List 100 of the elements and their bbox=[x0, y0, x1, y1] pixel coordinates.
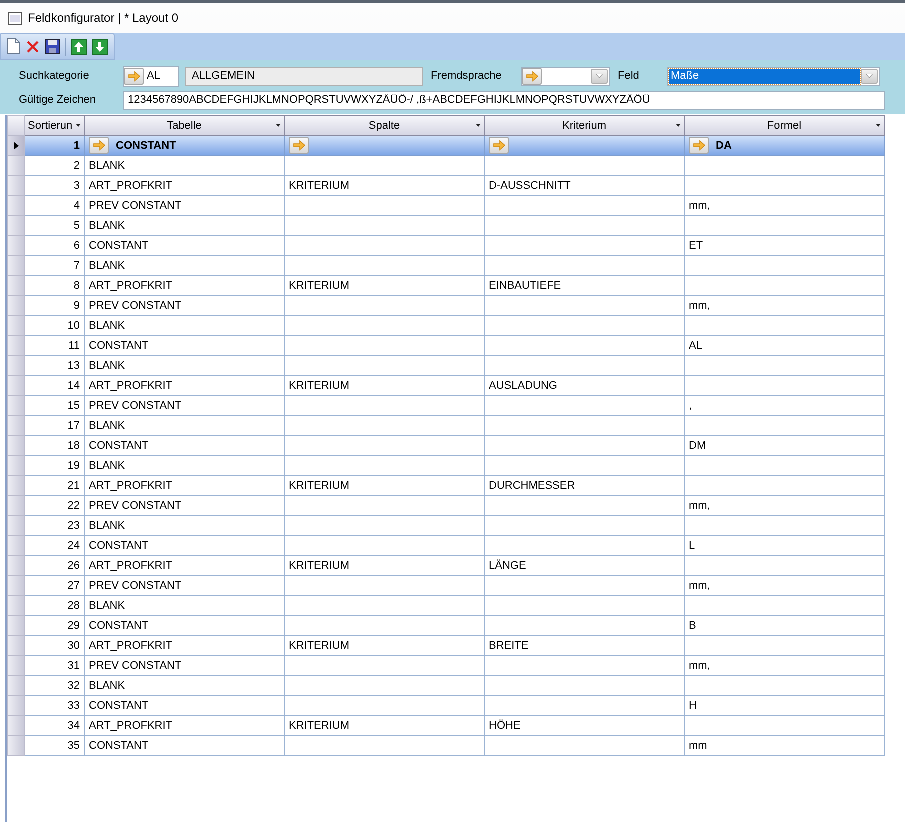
table-cell: ART_PROFKRIT bbox=[84, 176, 284, 196]
dropdown-caret-icon[interactable] bbox=[76, 124, 81, 127]
language-combo[interactable] bbox=[521, 66, 610, 86]
table-cell: BLANK bbox=[84, 596, 284, 616]
table-cell: 24 bbox=[24, 536, 84, 556]
table-row[interactable]: 21 ART_PROFKRIT KRITERIUM DURCHMESSER bbox=[8, 476, 884, 496]
table-cell: AUSLADUNG bbox=[484, 376, 684, 396]
table-cell: mm, bbox=[684, 496, 884, 516]
table-cell: B bbox=[684, 616, 884, 636]
table-cell: 14 bbox=[24, 376, 84, 396]
row-header[interactable] bbox=[8, 136, 24, 156]
table-cell: mm, bbox=[684, 656, 884, 676]
table-cell: mm bbox=[684, 736, 884, 756]
table-cell: mm, bbox=[684, 296, 884, 316]
table-cell: , bbox=[684, 396, 884, 416]
table-row[interactable]: 2 BLANK bbox=[8, 156, 884, 176]
table-row[interactable]: 31 PREV CONSTANT mm, bbox=[8, 656, 884, 676]
table-row[interactable]: 19 BLANK bbox=[8, 456, 884, 476]
column-header[interactable]: Spalte bbox=[284, 116, 484, 136]
table-row[interactable]: 1 CONSTANT DA bbox=[8, 136, 884, 156]
table-cell: 29 bbox=[24, 616, 84, 636]
table-row[interactable]: 14 ART_PROFKRIT KRITERIUM AUSLADUNG bbox=[8, 376, 884, 396]
table-row[interactable]: 23 BLANK bbox=[8, 516, 884, 536]
table-cell: CONSTANT bbox=[84, 436, 284, 456]
table-cell: H bbox=[684, 696, 884, 716]
table-cell: DURCHMESSER bbox=[484, 476, 684, 496]
table-row[interactable]: 10 BLANK bbox=[8, 316, 884, 336]
table-cell: 13 bbox=[24, 356, 84, 376]
table-row[interactable]: 24 CONSTANT L bbox=[8, 536, 884, 556]
dropdown-caret-icon[interactable] bbox=[476, 124, 481, 127]
window-title: Feldkonfigurator | * Layout 0 bbox=[28, 11, 179, 25]
table-row[interactable]: 13 BLANK bbox=[8, 356, 884, 376]
dropdown-caret-icon[interactable] bbox=[676, 124, 681, 127]
table-row[interactable]: 11 CONSTANT AL bbox=[8, 336, 884, 356]
table-row[interactable]: 34 ART_PROFKRIT KRITERIUM HÖHE bbox=[8, 716, 884, 736]
table-row[interactable]: 29 CONSTANT B bbox=[8, 616, 884, 636]
arrow-button[interactable] bbox=[689, 137, 709, 154]
field-combo[interactable]: Maße bbox=[667, 66, 880, 86]
table-cell: KRITERIUM bbox=[284, 716, 484, 736]
table-cell: HÖHE bbox=[484, 716, 684, 736]
dropdown-caret-icon[interactable] bbox=[876, 124, 881, 127]
table-row[interactable]: 4 PREV CONSTANT mm, bbox=[8, 196, 884, 216]
table-row[interactable]: 26 ART_PROFKRIT KRITERIUM LÄNGE bbox=[8, 556, 884, 576]
column-header[interactable]: Tabelle bbox=[84, 116, 284, 136]
table-row[interactable]: 8 ART_PROFKRIT KRITERIUM EINBAUTIEFE bbox=[8, 276, 884, 296]
table-cell: 2 bbox=[24, 156, 84, 176]
table-row[interactable]: 5 BLANK bbox=[8, 216, 884, 236]
delete-icon[interactable] bbox=[26, 40, 40, 54]
table-row[interactable]: 15 PREV CONSTANT , bbox=[8, 396, 884, 416]
table-cell: 18 bbox=[24, 436, 84, 456]
characters-field[interactable]: 1234567890ABCDEFGHIJKLMNOPQRSTUVWXYZÄÜÖ-/ ,ß+ABCDEFGHIJKLMNOPQRSTUVWXYZÄÖÜ bbox=[123, 90, 885, 110]
table-cell: mm, bbox=[684, 576, 884, 596]
table-cell: KRITERIUM bbox=[284, 556, 484, 576]
table-cell: 23 bbox=[24, 516, 84, 536]
table-row[interactable]: 7 BLANK bbox=[8, 256, 884, 276]
arrow-button[interactable] bbox=[522, 68, 542, 84]
table-row[interactable]: 17 BLANK bbox=[8, 416, 884, 436]
arrow-icon bbox=[526, 70, 538, 82]
field-label: Feld bbox=[618, 70, 640, 82]
table-cell: 32 bbox=[24, 676, 84, 696]
table-row[interactable]: 18 CONSTANT DM bbox=[8, 436, 884, 456]
table-row[interactable]: 35 CONSTANT mm bbox=[8, 736, 884, 756]
save-icon[interactable] bbox=[45, 39, 60, 54]
table-cell: KRITERIUM bbox=[284, 376, 484, 396]
table-cell: PREV CONSTANT bbox=[84, 496, 284, 516]
table-cell: BLANK bbox=[84, 156, 284, 176]
arrow-button[interactable] bbox=[89, 137, 109, 154]
name-field: ALLGEMEIN bbox=[185, 66, 423, 86]
arrow-button[interactable] bbox=[289, 137, 309, 154]
table-row[interactable]: 27 PREV CONSTANT mm, bbox=[8, 576, 884, 596]
arrow-icon bbox=[692, 140, 706, 151]
arrow-button[interactable] bbox=[124, 68, 144, 84]
table-cell: DM bbox=[684, 436, 884, 456]
field-label: Suchkategorie bbox=[19, 70, 90, 82]
table-cell: 6 bbox=[24, 236, 84, 256]
app-icon bbox=[8, 12, 22, 24]
field-label: Gültige Zeichen bbox=[19, 94, 98, 106]
dropdown-button[interactable] bbox=[861, 68, 878, 84]
dropdown-caret-icon[interactable] bbox=[276, 124, 281, 127]
table-row[interactable]: 9 PREV CONSTANT mm, bbox=[8, 296, 884, 316]
table-row[interactable]: 32 BLANK bbox=[8, 676, 884, 696]
new-document-icon[interactable] bbox=[7, 38, 21, 55]
table-row[interactable]: 30 ART_PROFKRIT KRITERIUM BREITE bbox=[8, 636, 884, 656]
table-row[interactable]: 33 CONSTANT H bbox=[8, 696, 884, 716]
dropdown-button[interactable] bbox=[591, 68, 608, 84]
table-row[interactable]: 3 ART_PROFKRIT KRITERIUM D-AUSSCHNITT bbox=[8, 176, 884, 196]
code-field[interactable]: AL bbox=[123, 66, 179, 86]
table-cell: ET bbox=[684, 236, 884, 256]
arrow-icon bbox=[92, 140, 106, 151]
table-cell: BLANK bbox=[84, 256, 284, 276]
table-row[interactable]: 28 BLANK bbox=[8, 596, 884, 616]
column-header[interactable]: Formel bbox=[684, 116, 884, 136]
arrow-button[interactable] bbox=[489, 137, 509, 154]
column-header[interactable]: Sortierun bbox=[24, 116, 84, 136]
table-cell: 8 bbox=[24, 276, 84, 296]
column-header[interactable]: Kriterium bbox=[484, 116, 684, 136]
cell-text: CONSTANT bbox=[116, 140, 176, 152]
table-row[interactable]: 22 PREV CONSTANT mm, bbox=[8, 496, 884, 516]
table-cell: 11 bbox=[24, 336, 84, 356]
table-row[interactable]: 6 CONSTANT ET bbox=[8, 236, 884, 256]
